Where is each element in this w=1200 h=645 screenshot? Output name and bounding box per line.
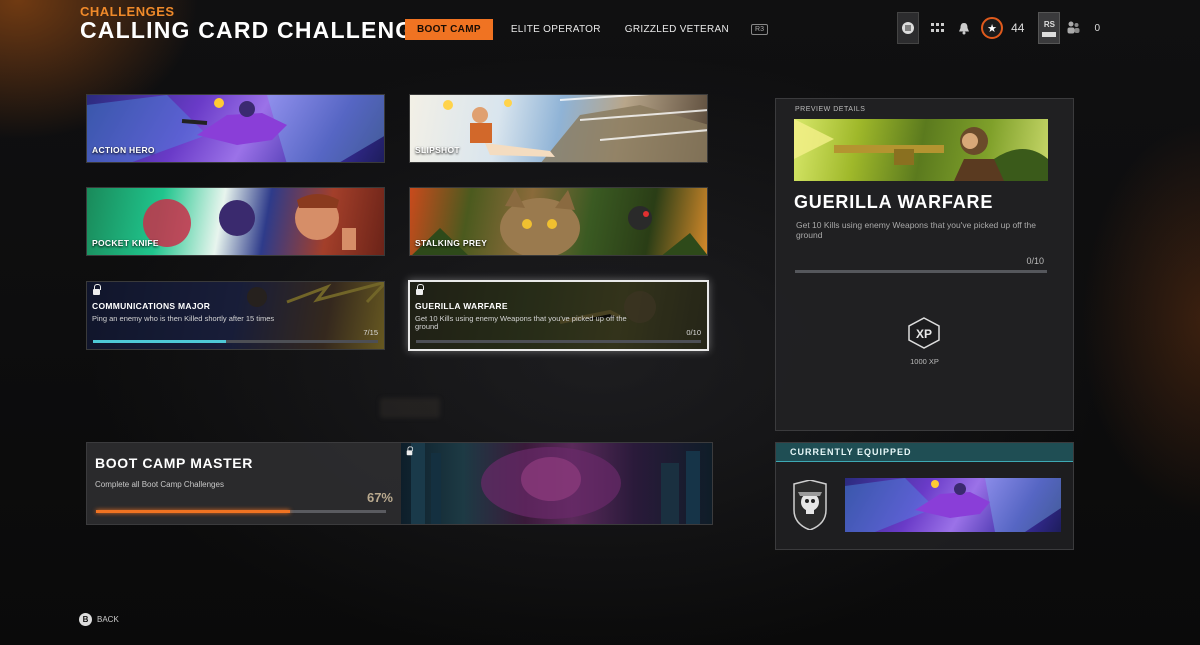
preview-description: Get 10 Kills using enemy Weapons that yo… (796, 220, 1036, 240)
bell-icon[interactable] (953, 12, 975, 44)
equipped-label: CURRENTLY EQUIPPED (776, 443, 1073, 462)
master-progress-bar (96, 510, 386, 513)
preview-card-art (794, 119, 1048, 181)
tab-key-hint: R3 (751, 24, 768, 35)
master-card-art (401, 443, 712, 524)
boot-camp-master-card[interactable]: BOOT CAMP MASTER Complete all Boot Camp … (86, 442, 713, 525)
lock-icon (416, 284, 424, 295)
blurred-background-element (380, 398, 440, 418)
top-right-bar: ★ 44 RS 0 (897, 12, 1100, 44)
xp-icon: XP (907, 317, 941, 349)
tab-boot-camp[interactable]: BOOT CAMP (405, 19, 493, 40)
card-title: GUERILLA WARFARE (415, 301, 508, 311)
card-title: ACTION HERO (92, 145, 155, 155)
party-icon[interactable] (1066, 20, 1080, 37)
b-button-icon: B (79, 613, 92, 626)
master-description: Complete all Boot Camp Challenges (95, 480, 224, 489)
master-percent: 67% (366, 490, 393, 505)
preview-label: PREVIEW DETAILS (795, 106, 866, 113)
card-title: SLIPSHOT (415, 145, 460, 155)
lock-icon (93, 284, 101, 295)
preview-panel: PREVIEW DETAILS GUERILLA WARFARE Get 10 … (775, 98, 1074, 431)
rs-button[interactable]: RS (1038, 12, 1061, 44)
card-title: STALKING PREY (415, 238, 488, 248)
back-label: BACK (97, 615, 119, 624)
lock-icon (406, 446, 414, 456)
rs-label: RS (1043, 19, 1055, 29)
tab-elite-operator[interactable]: ELITE OPERATOR (499, 19, 613, 40)
card-title: COMMUNICATIONS MAJOR (92, 301, 211, 311)
menu-icon[interactable] (897, 12, 920, 44)
calling-card-stalking-prey[interactable]: STALKING PREY (409, 187, 708, 256)
preview-progress-count: 0/10 (1026, 256, 1044, 266)
calling-card-guerilla-warfare[interactable]: GUERILLA WARFARE Get 10 Kills using enem… (408, 280, 709, 351)
grid-icon[interactable] (927, 12, 949, 44)
equipped-calling-card[interactable] (845, 478, 1061, 532)
card-description: Ping an enemy who is then Killed shortly… (92, 314, 275, 323)
skull-emblem-icon[interactable] (792, 479, 828, 531)
xp-icon-label: XP (916, 327, 932, 341)
rank-icon: ★ (981, 17, 1004, 39)
card-description: Get 10 Kills using enemy Weapons that yo… (415, 314, 627, 331)
player-level: 44 (1011, 21, 1025, 35)
back-button[interactable]: B BACK (79, 613, 119, 626)
card-progress-count: 0/10 (686, 328, 701, 337)
calling-card-pocket-knife[interactable]: POCKET KNIFE (86, 187, 385, 256)
card-progress-bar (93, 340, 378, 343)
card-title: POCKET KNIFE (92, 238, 159, 248)
card-progress-bar (416, 340, 701, 343)
calling-card-action-hero[interactable]: ACTION HERO (86, 94, 385, 163)
master-title: BOOT CAMP MASTER (95, 455, 253, 471)
calling-card-communications-major[interactable]: COMMUNICATIONS MAJOR Ping an enemy who i… (86, 281, 385, 350)
tab-grizzled-veteran[interactable]: GRIZZLED VETERAN (613, 19, 741, 40)
tab-bar: BOOT CAMP ELITE OPERATOR GRIZZLED VETERA… (405, 19, 768, 40)
preview-progress-bar (795, 270, 1047, 273)
currently-equipped-panel: CURRENTLY EQUIPPED (775, 442, 1074, 550)
card-progress-count: 7/15 (363, 328, 378, 337)
preview-title: GUERILLA WARFARE (794, 192, 994, 212)
reward-amount: 1000 XP (910, 357, 939, 366)
calling-card-slipshot[interactable]: SLIPSHOT (409, 94, 708, 163)
page-title: CALLING CARD CHALLENGE (80, 17, 431, 43)
party-count: 0 (1094, 22, 1100, 34)
